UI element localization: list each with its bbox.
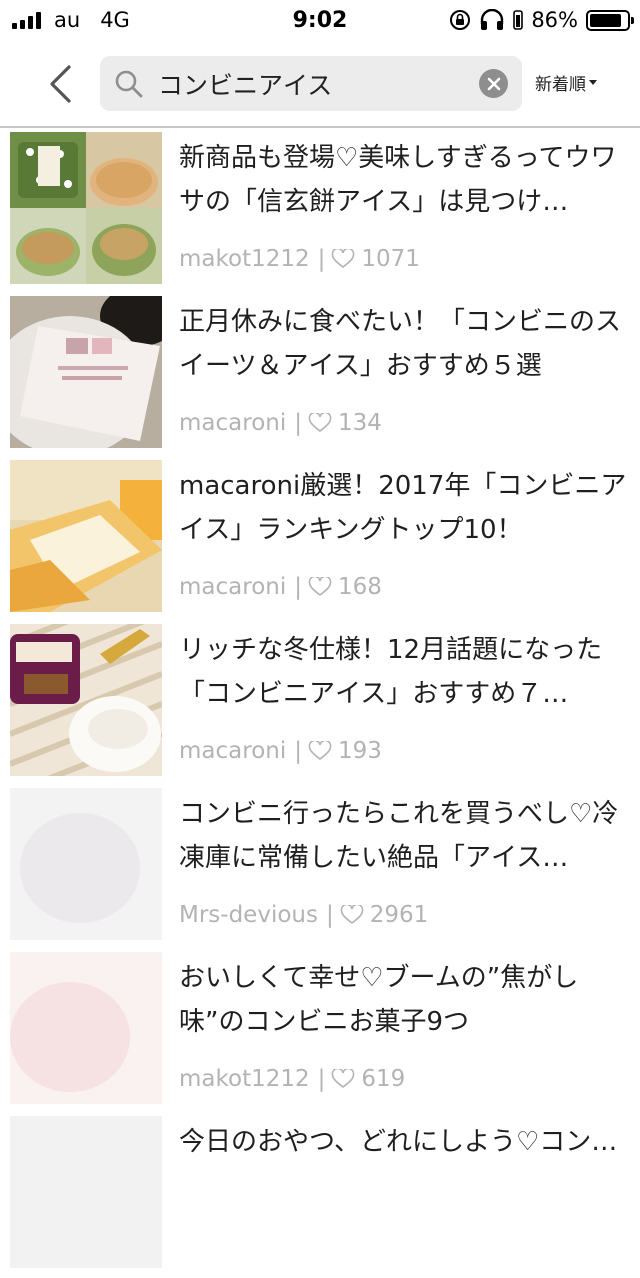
article-meta: macaroni | 168 (179, 574, 382, 600)
article-meta: Mrs-devious | 2961 (179, 902, 428, 928)
article-thumbnail (10, 132, 162, 284)
meta-separator: | (317, 246, 326, 272)
article-title: リッチな冬仕様！12月話題になった「コンビニアイス」おすすめ７… (179, 635, 603, 709)
article-meta: makot1212 | 1071 (179, 246, 420, 272)
meta-separator: | (294, 574, 302, 600)
article-title: コンビニ行ったらこれを買うべし♡冷凍庫に常備したい絶品「アイス… (179, 799, 619, 873)
article-title: 新商品も登場♡美味しすぎるってウワサの「信玄餅アイス」は見つけ… (179, 143, 617, 217)
like-count: 134 (337, 410, 382, 436)
sort-label: 新着順 (535, 75, 586, 95)
heart-icon (332, 1069, 355, 1089)
article-item[interactable]: 今日のおやつ、どれにしよう♡コン… (0, 1114, 640, 1278)
battery-fill (590, 13, 621, 27)
close-icon (487, 77, 500, 90)
battery-percent: 86% (531, 8, 578, 32)
heart-icon (340, 905, 364, 925)
clear-search-button[interactable] (479, 69, 508, 98)
search-input[interactable] (158, 69, 479, 98)
article-item[interactable]: 正月休みに食べたい！「コンビニのスイーツ＆アイス」おすすめ５選 macaroni… (0, 294, 640, 458)
article-thumbnail (10, 460, 162, 612)
article-item[interactable]: コンビニ行ったらこれを買うべし♡冷凍庫に常備したい絶品「アイス… Mrs-dev… (0, 786, 640, 950)
search-bar[interactable] (100, 56, 522, 111)
chevron-left-icon (50, 65, 71, 103)
article-thumbnail (10, 296, 162, 448)
article-thumbnail-placeholder (10, 1116, 162, 1268)
article-thumbnail-placeholder (10, 952, 162, 1104)
like-count: 619 (361, 1066, 406, 1092)
caret-down-icon (589, 80, 597, 85)
battery-icon (586, 9, 634, 31)
like-count: 2961 (369, 902, 429, 928)
article-meta: macaroni | 134 (179, 410, 382, 436)
meta-separator: | (294, 410, 302, 436)
article-title: 今日のおやつ、どれにしよう♡コン… (179, 1127, 618, 1157)
article-author: macaroni (179, 574, 287, 600)
battery-charging-small-icon (513, 10, 524, 30)
article-thumbnail-placeholder (10, 788, 162, 940)
meta-separator: | (317, 1066, 326, 1092)
network-type: 4G (100, 8, 130, 32)
signal-strength-icon (12, 11, 44, 29)
article-thumbnail (10, 624, 162, 776)
article-item[interactable]: macaroni厳選！2017年「コンビニアイス」ランキングトップ10！ mac… (0, 458, 640, 622)
like-count: 1071 (361, 246, 420, 272)
article-item[interactable]: 新商品も登場♡美味しすぎるってウワサの「信玄餅アイス」は見つけ… makot12… (0, 130, 640, 294)
article-author: makot1212 (179, 1066, 310, 1092)
carrier-name: au (54, 8, 81, 32)
sort-dropdown[interactable]: 新着順 (535, 70, 597, 95)
article-author: macaroni (179, 738, 287, 764)
heart-icon (332, 249, 355, 269)
article-list: 新商品も登場♡美味しすぎるってウワサの「信玄餅アイス」は見つけ… makot12… (0, 130, 640, 1278)
article-title: macaroni厳選！2017年「コンビニアイス」ランキングトップ10！ (179, 471, 627, 545)
status-bar: au 4G 9:02 86% (0, 0, 640, 40)
headphones-icon (481, 9, 504, 30)
article-item[interactable]: おいしくて幸せ♡ブームの”焦がし味”のコンビニお菓子9つ makot1212 |… (0, 950, 640, 1114)
heart-icon (308, 577, 332, 597)
meta-separator: | (294, 738, 302, 764)
meta-separator: | (325, 902, 334, 928)
heart-icon (308, 413, 332, 433)
search-icon (114, 69, 144, 99)
article-author: makot1212 (179, 246, 310, 272)
article-author: macaroni (179, 410, 287, 436)
like-count: 193 (337, 738, 382, 764)
article-meta: makot1212 | 619 (179, 1066, 405, 1092)
back-button[interactable] (40, 62, 80, 106)
article-title: 正月休みに食べたい！「コンビニのスイーツ＆アイス」おすすめ５選 (179, 307, 622, 381)
article-meta: macaroni | 193 (179, 738, 382, 764)
article-title: おいしくて幸せ♡ブームの”焦がし味”のコンビニお菓子9つ (179, 963, 579, 1037)
article-item[interactable]: リッチな冬仕様！12月話題になった「コンビニアイス」おすすめ７… macaron… (0, 622, 640, 786)
like-count: 168 (337, 574, 382, 600)
heart-icon (308, 741, 332, 761)
orientation-lock-icon (450, 10, 471, 30)
article-author: Mrs-devious (179, 902, 318, 928)
search-header: 新着順 (0, 40, 640, 128)
